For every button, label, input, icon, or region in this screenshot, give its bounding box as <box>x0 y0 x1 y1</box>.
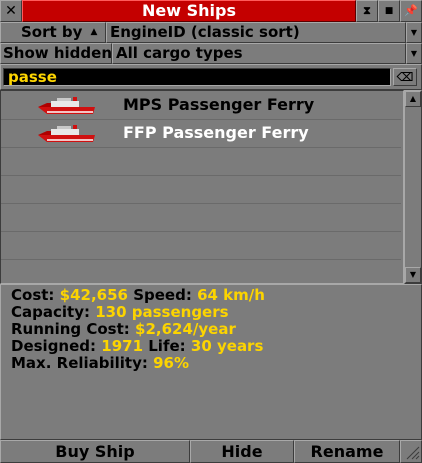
ship-list: MPS Passenger Ferry FFP Passenger Ferry <box>0 90 404 284</box>
cost-speed-line: Cost: $42,656 Speed: 64 km/h <box>11 287 265 304</box>
designed-label: Designed: <box>11 337 97 355</box>
close-button[interactable]: ✕ <box>0 0 22 22</box>
sort-by-label: Sort by <box>21 23 83 41</box>
sort-dropdown-arrow[interactable]: ▼ <box>406 22 422 43</box>
clear-search-button[interactable]: ⌫ <box>393 68 417 86</box>
window-title: New Ships <box>142 1 236 20</box>
show-hidden-button[interactable]: Show hidden <box>0 43 112 64</box>
list-item[interactable]: MPS Passenger Ferry <box>1 91 401 119</box>
chevron-up-icon: ▲ <box>409 94 417 103</box>
row-divider <box>1 231 401 232</box>
sort-order-button[interactable]: Sort by ▲ <box>0 22 106 43</box>
reliability-line: Max. Reliability: 96% <box>11 355 189 372</box>
row-divider <box>1 259 401 260</box>
running-cost-value: $2,624/year <box>135 320 236 338</box>
default-size-icon: ⧗ <box>363 4 371 17</box>
title-bar[interactable]: New Ships <box>22 0 356 22</box>
speed-label: Speed: <box>133 286 192 304</box>
sort-criteria-dropdown[interactable]: EngineID (classic sort) <box>106 22 406 43</box>
default-size-button[interactable]: ⧗ <box>356 0 378 22</box>
scroll-up-button[interactable]: ▲ <box>405 91 421 107</box>
chevron-down-icon: ▼ <box>409 270 417 279</box>
designed-life-line: Designed: 1971 Life: 30 years <box>11 338 263 355</box>
reliability-label: Max. Reliability: <box>11 354 148 372</box>
new-ships-window: ✕ New Ships ⧗ ■ 📌 Sort by ▲ EngineID (cl… <box>0 0 422 463</box>
running-cost-label: Running Cost: <box>11 320 130 338</box>
sticky-button[interactable]: 📌 <box>400 0 422 22</box>
vehicle-info-panel: Cost: $42,656 Speed: 64 km/h Capacity: 1… <box>0 284 422 440</box>
chevron-down-icon: ▼ <box>410 28 418 37</box>
buy-ship-button[interactable]: Buy Ship <box>0 440 190 463</box>
clear-icon: ⌫ <box>396 70 414 84</box>
show-hidden-label: Show hidden <box>3 44 113 62</box>
pin-icon: 📌 <box>404 4 418 17</box>
cargo-filter-dropdown[interactable]: All cargo types <box>112 43 406 64</box>
ship-name-selected: FFP Passenger Ferry <box>123 123 309 142</box>
hide-button[interactable]: Hide <box>190 440 294 463</box>
sort-criteria-value: EngineID (classic sort) <box>110 23 300 41</box>
rename-button[interactable]: Rename <box>294 440 400 463</box>
ship-icon <box>38 97 95 114</box>
row-divider <box>1 203 401 204</box>
close-icon: ✕ <box>5 3 17 19</box>
cost-label: Cost: <box>11 286 55 304</box>
capacity-line: Capacity: 130 passengers <box>11 304 229 321</box>
running-cost-line: Running Cost: $2,624/year <box>11 321 236 338</box>
list-item[interactable]: FFP Passenger Ferry <box>1 119 401 147</box>
designed-value: 1971 <box>101 337 144 355</box>
capacity-value: 130 passengers <box>95 303 229 321</box>
hide-label: Hide <box>221 442 263 461</box>
resize-handle[interactable] <box>400 440 422 463</box>
ship-icon <box>38 125 95 142</box>
shade-icon: ■ <box>384 6 394 16</box>
reliability-value: 96% <box>153 354 190 372</box>
shade-button[interactable]: ■ <box>378 0 400 22</box>
rename-label: Rename <box>310 442 384 461</box>
scroll-down-button[interactable]: ▼ <box>405 267 421 283</box>
chevron-down-icon: ▼ <box>410 49 418 58</box>
cargo-filter-value: All cargo types <box>116 44 243 62</box>
life-label: Life: <box>148 337 186 355</box>
speed-value: 64 km/h <box>197 286 265 304</box>
search-input-value: passe <box>8 68 57 86</box>
cost-value: $42,656 <box>59 286 128 304</box>
buy-ship-label: Buy Ship <box>55 442 135 461</box>
row-divider <box>1 175 401 176</box>
search-input[interactable]: passe <box>3 68 391 86</box>
list-scrollbar[interactable]: ▲ ▼ <box>404 90 422 284</box>
life-value: 30 years <box>190 337 264 355</box>
sort-ascending-icon: ▲ <box>90 27 98 37</box>
resize-grip-icon <box>406 446 420 460</box>
search-row: passe ⌫ <box>0 64 422 90</box>
row-divider <box>1 147 401 148</box>
cargo-dropdown-arrow[interactable]: ▼ <box>406 43 422 64</box>
ship-name: MPS Passenger Ferry <box>123 95 315 114</box>
capacity-label: Capacity: <box>11 303 90 321</box>
